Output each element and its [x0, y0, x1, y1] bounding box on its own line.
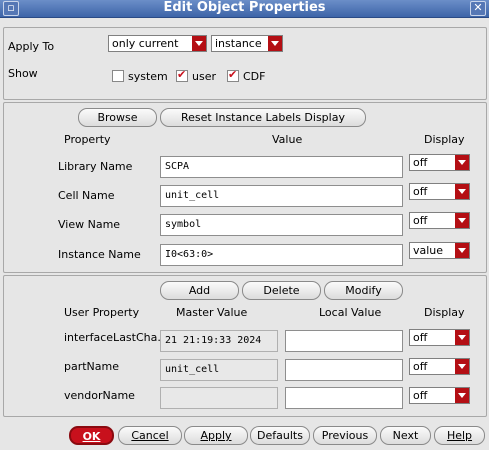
chevron-down-icon [455, 243, 469, 258]
apply-target-select[interactable]: instance [211, 35, 283, 52]
master-value-field: 21 21:19:33 2024 [160, 330, 278, 352]
ok-button-label: OK [82, 430, 101, 443]
title-bar: ▫ Edit Object Properties ✕ [0, 0, 489, 18]
ok-button[interactable]: OK [69, 426, 114, 445]
close-icon[interactable]: ✕ [470, 1, 486, 16]
system-checkbox[interactable] [112, 70, 124, 82]
master-value-field: unit_cell [160, 359, 278, 381]
apply-button[interactable]: Apply [184, 426, 248, 445]
master-value-field [160, 387, 278, 409]
system-checkbox-label: system [128, 70, 168, 83]
local-value-field[interactable] [285, 359, 403, 381]
display-value: off [413, 360, 428, 373]
master-value-column-header: Master Value [176, 306, 248, 319]
library-name-label: Library Name [58, 160, 133, 173]
cell-name-field[interactable]: unit_cell [160, 185, 403, 207]
apply-to-label: Apply To [8, 40, 55, 53]
user-display-select[interactable]: off [409, 329, 470, 346]
view-name-label: View Name [58, 218, 121, 231]
chevron-down-icon [455, 388, 469, 403]
display-column-header: Display [424, 306, 465, 319]
property-column-header: Property [64, 133, 111, 146]
local-value-column-header: Local Value [319, 306, 382, 319]
add-button[interactable]: Add [160, 281, 239, 300]
show-label: Show [8, 67, 38, 80]
user-display-select[interactable]: off [409, 387, 470, 404]
view-name-field[interactable]: symbol [160, 214, 403, 236]
chevron-down-icon [455, 184, 469, 199]
chevron-down-icon [455, 359, 469, 374]
apply-target-value: instance [215, 37, 262, 50]
display-value: value [413, 244, 444, 257]
chevron-down-icon [455, 330, 469, 345]
instance-name-label: Instance Name [58, 248, 141, 261]
user-property-column-header: User Property [64, 306, 140, 319]
apply-scope-select[interactable]: only current [108, 35, 207, 52]
chevron-down-icon [192, 36, 206, 51]
cdf-checkbox-label: CDF [243, 70, 266, 83]
delete-button[interactable]: Delete [242, 281, 321, 300]
browse-button[interactable]: Browse [78, 108, 157, 127]
display-value: off [413, 331, 428, 344]
chevron-down-icon [455, 213, 469, 228]
user-property-label: vendorName [64, 389, 135, 402]
view-name-display-select[interactable]: off [409, 212, 470, 229]
cdf-checkbox[interactable] [227, 68, 239, 82]
local-value-field[interactable] [285, 330, 403, 352]
apply-button-label: Apply [200, 429, 232, 442]
window-title: Edit Object Properties [163, 0, 326, 15]
value-column-header: Value [272, 133, 303, 146]
user-checkbox[interactable] [176, 68, 188, 82]
display-value: off [413, 214, 428, 227]
display-value: off [413, 389, 428, 402]
user-property-label: interfaceLastCha.. [64, 331, 165, 344]
display-value: off [413, 156, 428, 169]
display-column-header: Display [424, 133, 465, 146]
instance-name-display-select[interactable]: value [409, 242, 470, 259]
library-name-field[interactable]: SCPA [160, 156, 403, 178]
help-button-label: Help [446, 429, 473, 442]
defaults-button[interactable]: Defaults [250, 426, 310, 445]
previous-button[interactable]: Previous [313, 426, 377, 445]
instance-name-field[interactable]: I0<63:0> [160, 244, 403, 266]
reset-instance-labels-button[interactable]: Reset Instance Labels Display [160, 108, 366, 127]
display-value: off [413, 185, 428, 198]
chevron-down-icon [455, 155, 469, 170]
next-button[interactable]: Next [380, 426, 431, 445]
user-property-label: partName [64, 360, 120, 373]
modify-button[interactable]: Modify [324, 281, 403, 300]
chevron-down-icon [268, 36, 282, 51]
library-name-display-select[interactable]: off [409, 154, 470, 171]
user-display-select[interactable]: off [409, 358, 470, 375]
cell-name-display-select[interactable]: off [409, 183, 470, 200]
cancel-button[interactable]: Cancel [118, 426, 182, 445]
cancel-button-label: Cancel [131, 429, 169, 442]
help-button[interactable]: Help [434, 426, 485, 445]
local-value-field[interactable] [285, 387, 403, 409]
user-checkbox-label: user [192, 70, 216, 83]
cell-name-label: Cell Name [58, 189, 115, 202]
apply-scope-value: only current [112, 37, 179, 50]
